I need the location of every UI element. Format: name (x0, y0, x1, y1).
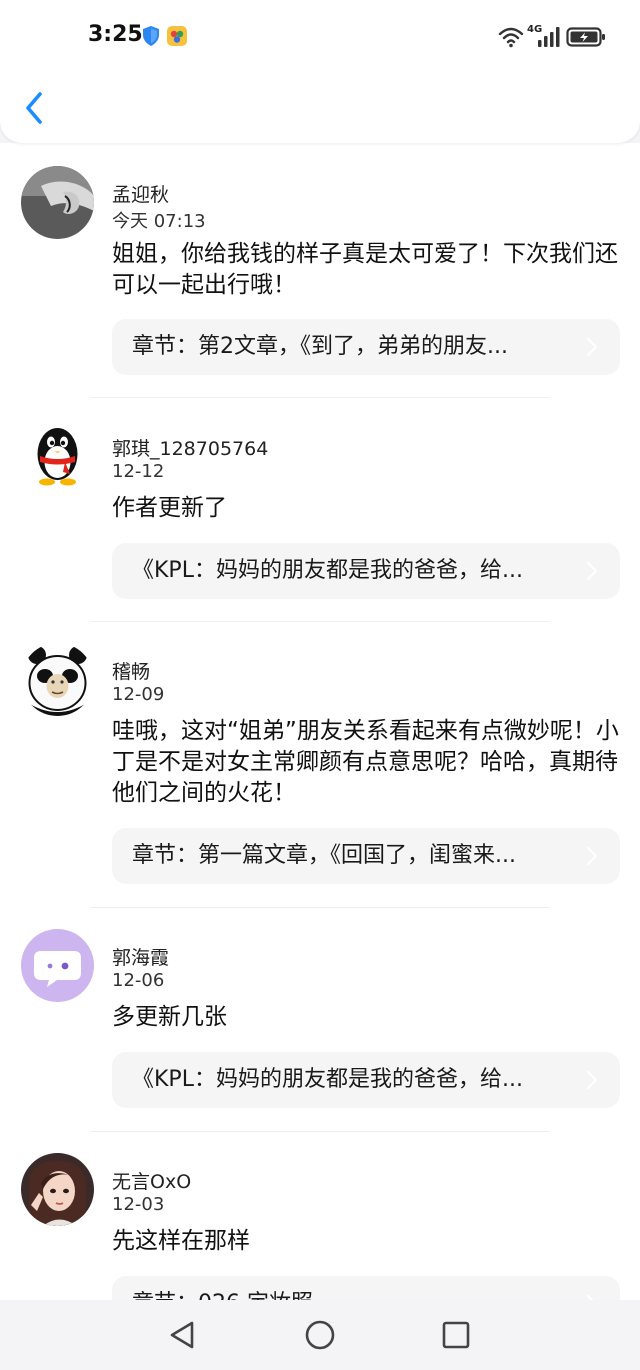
chapter-link[interactable]: 章节：第2文章，《到了，弟弟的朋友... (112, 319, 620, 375)
username[interactable]: 郭海霞 (112, 943, 169, 970)
user-avatar[interactable] (21, 929, 94, 1002)
nav-back-triangle-icon[interactable] (166, 1318, 200, 1352)
chapter-link[interactable]: 章节：第一篇文章，《回国了，闺蜜来... (112, 828, 620, 884)
comment-text: 多更新几张 (112, 1004, 227, 1030)
top-bar: 3:25 4G (0, 0, 640, 143)
signal-icon (538, 27, 560, 47)
divider (90, 1131, 550, 1132)
comment-date: 12-03 (112, 1194, 165, 1215)
chapter-link[interactable]: 《KPL：妈妈的朋友都是我的爸爸，给... (112, 543, 620, 599)
wifi-icon (498, 27, 524, 48)
nav-home-circle-icon[interactable] (303, 1318, 337, 1352)
screen: 3:25 4G 孟迎秋 今天 07:13 姐姐，你给我钱的样子真是太可爱了！下次… (0, 0, 640, 1370)
status-time: 3:25 (88, 22, 143, 47)
comment-text: 姐姐，你给我钱的样子真是太可爱了！下次我们还可以一起出行哦！ (112, 241, 618, 298)
username[interactable]: 孟迎秋 (112, 180, 169, 207)
user-avatar[interactable] (21, 1153, 94, 1226)
battery-icon (566, 27, 605, 47)
nav-recents-square-icon[interactable] (439, 1318, 473, 1352)
app-icon (167, 26, 187, 46)
chevron-right-icon (586, 337, 598, 357)
back-button[interactable] (20, 88, 50, 128)
qq-penguin-avatar (21, 420, 94, 493)
divider (90, 621, 550, 622)
comment-list[interactable]: 孟迎秋 今天 07:13 姐姐，你给我钱的样子真是太可爱了！下次我们还可以一起出… (0, 143, 640, 1300)
chapter-label: 章节：第2文章，《到了，弟弟的朋友... (132, 334, 508, 359)
username[interactable]: 稽畅 (112, 657, 150, 684)
username[interactable]: 郭琪_128705764 (112, 434, 268, 461)
comment-date: 12-09 (112, 684, 165, 705)
username[interactable]: 无言OxO (112, 1167, 191, 1194)
comment-text: 先这样在那样 (112, 1228, 250, 1254)
shield-icon (143, 26, 159, 46)
chevron-right-icon (586, 846, 598, 866)
comment-date: 今天 07:13 (112, 211, 206, 232)
chat-bubble-avatar (21, 929, 94, 1002)
photo-avatar-arm (21, 166, 94, 239)
user-avatar[interactable] (21, 166, 94, 239)
user-avatar[interactable] (21, 643, 94, 716)
chapter-label: 章节：026 定妆照 (132, 1276, 572, 1300)
comment-text: 作者更新了 (112, 495, 227, 521)
chapter-link[interactable]: 章节：026 定妆照 (112, 1276, 620, 1300)
divider (90, 397, 550, 398)
system-nav-bar (0, 1300, 640, 1370)
chapter-label: 章节：第一篇文章，《回国了，闺蜜来... (132, 843, 516, 868)
panda-meme-avatar (21, 643, 94, 716)
divider (90, 907, 550, 908)
user-avatar[interactable] (21, 420, 94, 493)
chapter-label: 《KPL：妈妈的朋友都是我的爸爸，给... (132, 1067, 523, 1092)
chapter-link[interactable]: 《KPL：妈妈的朋友都是我的爸爸，给... (112, 1052, 620, 1108)
comment-date: 12-12 (112, 461, 165, 482)
anime-girl-avatar (21, 1153, 94, 1226)
chapter-label: 《KPL：妈妈的朋友都是我的爸爸，给... (132, 558, 523, 583)
chevron-right-icon (586, 561, 598, 581)
chevron-right-icon (586, 1070, 598, 1090)
comment-text: 哇哦，这对“姐弟”朋友关系看起来有点微妙呢！小丁是不是对女主常卿颜有点意思呢？哈… (112, 718, 619, 806)
comment-date: 12-06 (112, 970, 165, 991)
